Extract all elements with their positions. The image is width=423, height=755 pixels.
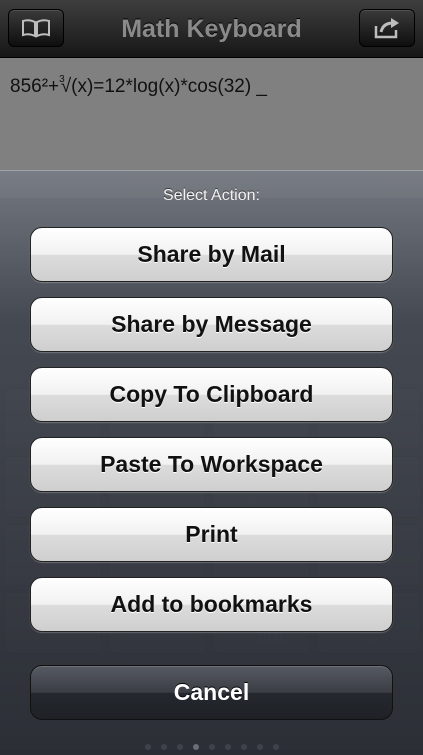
share-button[interactable] [359, 9, 415, 47]
copy-to-clipboard-button[interactable]: Copy To Clipboard [30, 367, 393, 422]
page-dot [256, 744, 263, 750]
page-dot [208, 744, 215, 750]
root-index: 3 [59, 74, 65, 85]
add-to-bookmarks-button[interactable]: Add to bookmarks [30, 577, 393, 632]
navigation-bar: Math Keyboard [0, 0, 423, 58]
action-sheet: Select Action: Share by Mail Share by Me… [0, 170, 423, 750]
page-dot [240, 744, 247, 750]
expression-display: 856²+3√(x)=12*log(x)*cos(32) _ [10, 74, 267, 98]
cancel-button[interactable]: Cancel [30, 665, 393, 720]
expression-rest: √(x)=12*log(x)*cos(32) _ [60, 76, 267, 97]
share-icon [374, 18, 399, 39]
page-dot [160, 744, 167, 750]
expression-base: 856²+ [10, 76, 60, 97]
page-dot [192, 744, 199, 750]
paste-to-workspace-button[interactable]: Paste To Workspace [30, 437, 393, 492]
page-indicator[interactable] [0, 737, 423, 755]
share-by-message-button[interactable]: Share by Message [30, 297, 393, 352]
print-button[interactable]: Print [30, 507, 393, 562]
page-dot [272, 744, 279, 750]
share-by-mail-button[interactable]: Share by Mail [30, 227, 393, 282]
page-dot [224, 744, 231, 750]
page-dot [144, 744, 151, 750]
page-dot [176, 744, 183, 750]
action-sheet-title: Select Action: [163, 187, 260, 204]
